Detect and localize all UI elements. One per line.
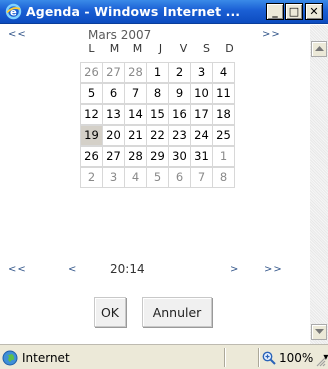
internet-explorer-icon: e bbox=[5, 3, 22, 20]
calendar-day[interactable]: 6 bbox=[168, 167, 191, 188]
prev-minute-link[interactable]: < bbox=[68, 264, 77, 275]
calendar-day[interactable]: 4 bbox=[212, 62, 235, 83]
calendar-day[interactable]: 27 bbox=[102, 146, 125, 167]
weekday-label: V bbox=[179, 42, 188, 55]
calendar-week-row: 26 27 28 1 2 3 4 bbox=[80, 62, 241, 83]
scroll-down-icon bbox=[314, 329, 324, 334]
calendar-day[interactable]: 1 bbox=[146, 62, 169, 83]
calendar-day[interactable]: 7 bbox=[124, 83, 147, 104]
weekday-label: D bbox=[225, 42, 234, 55]
maximize-button[interactable]: □ bbox=[285, 3, 303, 20]
calendar-day[interactable]: 30 bbox=[168, 146, 191, 167]
title-bar[interactable]: e Agenda - Windows Internet ... _ □ ✕ bbox=[0, 0, 328, 24]
calendar-week-row: 26 27 28 29 30 31 1 bbox=[80, 146, 241, 167]
scroll-up-icon bbox=[314, 46, 324, 51]
minimize-button[interactable]: _ bbox=[266, 3, 284, 20]
calendar-day[interactable]: 1 bbox=[212, 146, 235, 167]
security-zone[interactable]: Internet bbox=[2, 348, 222, 367]
status-separator bbox=[224, 348, 226, 367]
calendar-day[interactable]: 23 bbox=[168, 125, 191, 146]
zone-label: Internet bbox=[22, 350, 70, 365]
svg-text:e: e bbox=[10, 8, 17, 19]
calendar-day[interactable]: 16 bbox=[168, 104, 191, 125]
status-separator bbox=[258, 348, 260, 367]
zoom-level: 100% bbox=[279, 350, 314, 365]
time-nav: << < 20:14 > >> bbox=[0, 262, 310, 282]
calendar-day-selected[interactable]: 19 bbox=[80, 125, 103, 146]
scroll-up-button[interactable] bbox=[311, 41, 327, 57]
calendar-week-row: 5 6 7 8 9 10 11 bbox=[80, 83, 241, 104]
calendar-day[interactable]: 26 bbox=[80, 62, 103, 83]
next-year-link[interactable]: >> bbox=[262, 29, 281, 40]
calendar-day[interactable]: 4 bbox=[124, 167, 147, 188]
calendar-week-row: 19 20 21 22 23 24 25 bbox=[80, 125, 241, 146]
zoom-icon bbox=[262, 351, 276, 365]
ok-button[interactable]: OK bbox=[94, 297, 126, 327]
calendar-day[interactable]: 28 bbox=[124, 146, 147, 167]
calendar-day[interactable]: 29 bbox=[146, 146, 169, 167]
calendar-day[interactable]: 8 bbox=[212, 167, 235, 188]
calendar-day[interactable]: 3 bbox=[102, 167, 125, 188]
calendar-day[interactable]: 20 bbox=[102, 125, 125, 146]
minimize-icon: _ bbox=[272, 5, 278, 18]
scroll-down-button[interactable] bbox=[311, 324, 327, 340]
calendar-day[interactable]: 14 bbox=[124, 104, 147, 125]
calendar-day[interactable]: 12 bbox=[80, 104, 103, 125]
calendar-day[interactable]: 18 bbox=[212, 104, 235, 125]
calendar-day[interactable]: 6 bbox=[102, 83, 125, 104]
weekday-label: L bbox=[88, 42, 95, 55]
time-value[interactable]: 20:14 bbox=[110, 262, 145, 276]
resize-grip-icon[interactable] bbox=[314, 355, 326, 367]
calendar-day[interactable]: 25 bbox=[212, 125, 235, 146]
calendar-day[interactable]: 31 bbox=[190, 146, 213, 167]
calendar-day[interactable]: 2 bbox=[168, 62, 191, 83]
weekday-label: S bbox=[203, 42, 210, 55]
calendar-day[interactable]: 10 bbox=[190, 83, 213, 104]
month-title: Mars 2007 bbox=[88, 28, 152, 42]
maximize-icon: □ bbox=[288, 5, 300, 18]
calendar-day[interactable]: 9 bbox=[168, 83, 191, 104]
calendar-day[interactable]: 2 bbox=[80, 167, 103, 188]
calendar-day[interactable]: 13 bbox=[102, 104, 125, 125]
calendar-day[interactable]: 3 bbox=[190, 62, 213, 83]
calendar-day[interactable]: 28 bbox=[124, 62, 147, 83]
prev-hour-link[interactable]: << bbox=[8, 264, 27, 275]
status-bar: Internet 100% ▾ bbox=[0, 344, 328, 369]
next-hour-link[interactable]: >> bbox=[264, 264, 283, 275]
cancel-button[interactable]: Annuler bbox=[142, 297, 212, 327]
page-content: << Mars 2007 >> LMMJVSD 26 27 28 1 2 3 4 5 6 7 8 9 1… bbox=[0, 25, 310, 344]
prev-year-link[interactable]: << bbox=[8, 29, 27, 40]
calendar-week-row: 12 13 14 15 16 17 18 bbox=[80, 104, 241, 125]
calendar-day[interactable]: 7 bbox=[190, 167, 213, 188]
close-icon: ✕ bbox=[309, 5, 319, 18]
close-button[interactable]: ✕ bbox=[305, 3, 323, 20]
weekday-label: M bbox=[109, 42, 120, 55]
calendar-day[interactable]: 21 bbox=[124, 125, 147, 146]
next-minute-link[interactable]: > bbox=[230, 264, 239, 275]
vertical-scrollbar[interactable] bbox=[310, 25, 328, 344]
calendar-day[interactable]: 5 bbox=[80, 83, 103, 104]
calendar-day[interactable]: 15 bbox=[146, 104, 169, 125]
weekday-label: J bbox=[158, 42, 163, 55]
weekday-header: L MM J V S D bbox=[80, 42, 241, 60]
calendar-day[interactable]: 27 bbox=[102, 62, 125, 83]
calendar-day[interactable]: 26 bbox=[80, 146, 103, 167]
calendar-day[interactable]: 22 bbox=[146, 125, 169, 146]
calendar-day[interactable]: 17 bbox=[190, 104, 213, 125]
calendar-day[interactable]: 11 bbox=[212, 83, 235, 104]
weekday-label: M bbox=[132, 42, 143, 55]
calendar-day[interactable]: 8 bbox=[146, 83, 169, 104]
calendar-day[interactable]: 24 bbox=[190, 125, 213, 146]
calendar-day[interactable]: 5 bbox=[146, 167, 169, 188]
globe-icon bbox=[2, 350, 18, 365]
calendar-week-row: 2345678 bbox=[80, 167, 241, 188]
calendar-grid: 26 27 28 1 2 3 4 5 6 7 8 9 10 11 12 13 14 15 16 17 18 19 20 21 2… bbox=[80, 62, 241, 188]
window-title: Agenda - Windows Internet ... bbox=[26, 4, 241, 19]
